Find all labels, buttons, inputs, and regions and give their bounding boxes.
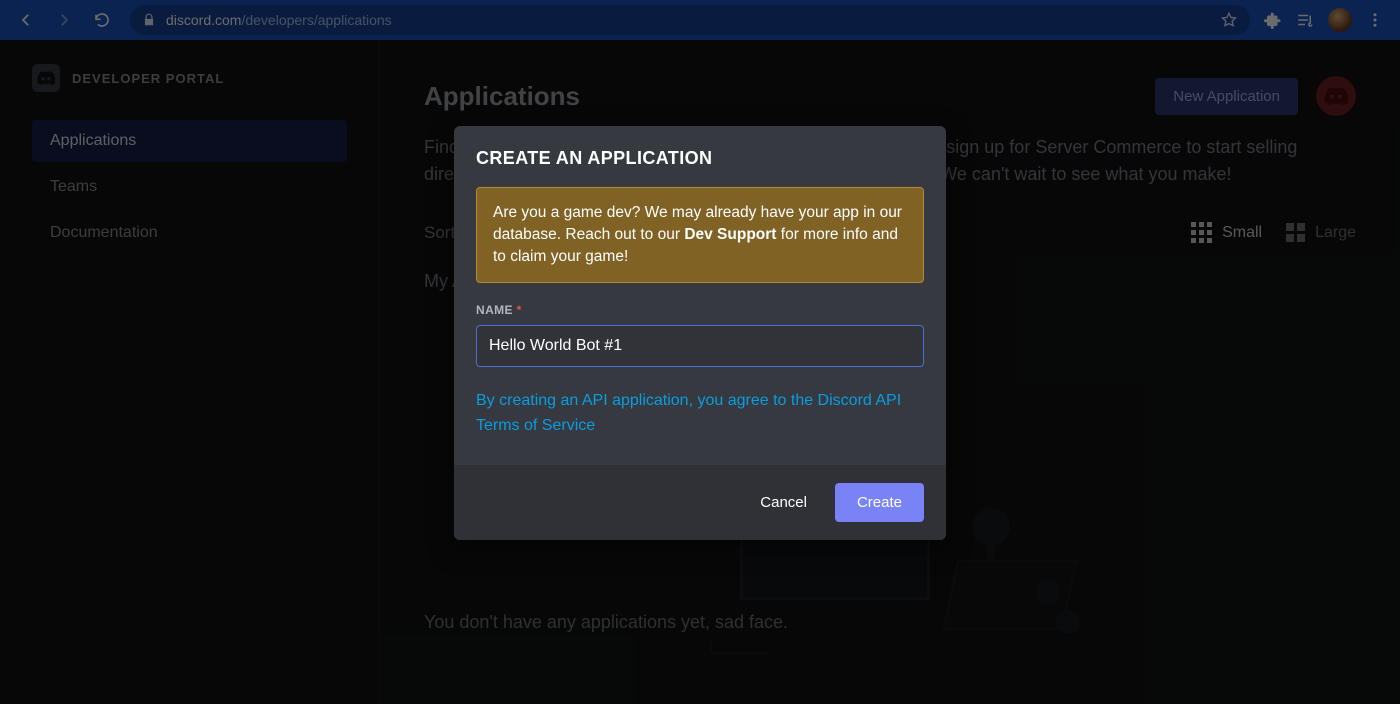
tos-link[interactable]: By creating an API application, you agre…	[476, 389, 924, 439]
dev-support-link[interactable]: Dev Support	[684, 226, 776, 243]
modal-overlay[interactable]: CREATE AN APPLICATION Are you a game dev…	[0, 0, 1400, 704]
modal-footer: Cancel Create	[454, 465, 946, 540]
create-application-modal: CREATE AN APPLICATION Are you a game dev…	[454, 126, 946, 540]
application-name-input[interactable]	[476, 325, 924, 367]
modal-title: CREATE AN APPLICATION	[476, 148, 924, 169]
create-button[interactable]: Create	[835, 483, 924, 522]
game-dev-notice: Are you a game dev? We may already have …	[476, 187, 924, 283]
name-field-label: NAME *	[476, 303, 924, 317]
cancel-button[interactable]: Cancel	[760, 494, 807, 511]
